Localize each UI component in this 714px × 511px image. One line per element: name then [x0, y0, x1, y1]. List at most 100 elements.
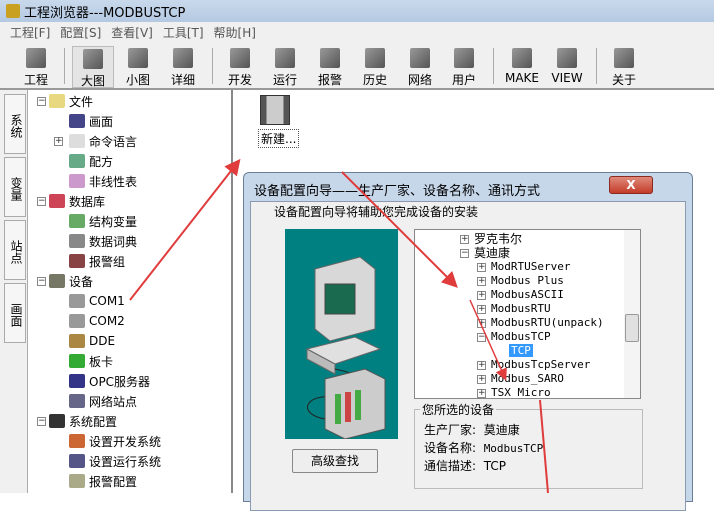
expand-toggle[interactable]: −: [37, 97, 46, 106]
new-device-icon[interactable]: [260, 95, 290, 125]
device-tree-item[interactable]: Modbus Plus: [491, 274, 564, 288]
tree-item[interactable]: 系统配置: [49, 412, 117, 430]
tree-item-label: 命令语言: [89, 134, 138, 149]
toolbar-button[interactable]: 网络: [399, 46, 441, 88]
menu-item[interactable]: 查看[V]: [111, 24, 153, 41]
tree-item-icon: [69, 134, 85, 148]
expand-toggle[interactable]: +: [477, 305, 486, 314]
scrollbar-thumb[interactable]: [625, 314, 639, 342]
project-tree[interactable]: − 文件 画面 + 命令语言 配方 非线性表 − 数据库 结构变量 数据词典 报警组 − 设备 COM1 CO…: [29, 90, 233, 493]
toolbar-button[interactable]: 大图: [72, 46, 114, 88]
tree-item-label: 数据库: [69, 194, 106, 209]
device-tree-item[interactable]: TCP: [509, 344, 533, 358]
dialog-title: 设备配置向导——生产厂家、设备名称、通讯方式: [254, 184, 541, 199]
device-tree-item[interactable]: TSX Micro: [491, 386, 551, 400]
tree-item-label: 设置运行系统: [89, 454, 162, 469]
toolbar-separator: [493, 48, 494, 84]
toolbar-button[interactable]: VIEW: [546, 46, 588, 88]
device-tree-item[interactable]: ModbusASCII: [491, 288, 564, 302]
advanced-search-button[interactable]: 高级查找: [292, 449, 378, 473]
toolbar-button[interactable]: 小图: [117, 46, 159, 88]
manufacturer-label: 生产厂家:: [424, 423, 477, 437]
expand-toggle[interactable]: −: [37, 417, 46, 426]
expand-toggle[interactable]: −: [460, 249, 469, 258]
device-tree-item[interactable]: ModRTUServer: [491, 260, 570, 274]
vertical-tab[interactable]: 变量: [4, 157, 26, 217]
tree-item[interactable]: 文件: [49, 92, 93, 110]
menu-item[interactable]: 配置[S]: [60, 24, 101, 41]
vertical-tab[interactable]: 系统: [4, 94, 26, 154]
expand-toggle[interactable]: −: [37, 197, 46, 206]
expand-toggle[interactable]: +: [477, 361, 486, 370]
tree-item[interactable]: 网络站点: [69, 392, 137, 410]
toolbar-button[interactable]: 详细: [162, 46, 204, 88]
device-tree-item[interactable]: 罗克韦尔: [474, 232, 522, 246]
scrollbar[interactable]: [624, 230, 640, 398]
expand-toggle[interactable]: +: [477, 291, 486, 300]
tree-item-icon: [69, 334, 85, 348]
tree-item-label: 设置开发系统: [89, 434, 162, 449]
expand-toggle[interactable]: +: [477, 389, 486, 398]
tree-item[interactable]: 配方: [69, 152, 113, 170]
menu-item[interactable]: 工程[F]: [10, 24, 50, 41]
expand-toggle[interactable]: +: [477, 277, 486, 286]
toolbar-label: 小图: [125, 73, 150, 87]
expand-toggle[interactable]: +: [477, 375, 486, 384]
tree-item-label: 报警配置: [89, 474, 138, 489]
toolbar-button[interactable]: 用户: [443, 46, 485, 88]
toolbar-button[interactable]: 关于: [603, 46, 645, 88]
comm-row: 通信描述: TCP: [424, 457, 506, 474]
expand-toggle[interactable]: −: [37, 277, 46, 286]
expand-toggle[interactable]: +: [460, 235, 469, 244]
expand-toggle[interactable]: +: [477, 263, 486, 272]
toolbar-button[interactable]: 工程: [15, 46, 57, 88]
device-tree-item[interactable]: ModbusRTU(unpack): [491, 316, 604, 330]
expand-toggle[interactable]: +: [54, 137, 63, 146]
tree-item[interactable]: 报警组: [69, 252, 125, 270]
device-tree-item[interactable]: ModbusRTU: [491, 302, 551, 316]
new-device-label[interactable]: 新建...: [258, 129, 300, 148]
tree-item[interactable]: 设置运行系统: [69, 452, 161, 470]
toolbar-label: 关于: [611, 73, 636, 87]
tree-item[interactable]: 非线性表: [69, 172, 137, 190]
toolbar-button[interactable]: MAKE: [501, 46, 543, 88]
tree-item[interactable]: 数据库: [49, 192, 105, 210]
expand-toggle[interactable]: +: [477, 319, 486, 328]
tree-item-icon: [69, 114, 85, 128]
toolbar-button[interactable]: 历史: [354, 46, 396, 88]
close-button[interactable]: X: [609, 176, 653, 194]
toolbar-button[interactable]: 开发: [219, 46, 261, 88]
device-tree-item[interactable]: Modbus_SARO: [491, 372, 564, 386]
tree-item[interactable]: DDE: [69, 332, 115, 350]
tree-item[interactable]: COM2: [69, 312, 125, 330]
tree-item-icon: [49, 414, 65, 428]
toolbar-icon: [128, 48, 148, 68]
toolbar-button[interactable]: 报警: [309, 46, 351, 88]
tree-item[interactable]: 板卡: [69, 352, 113, 370]
toolbar-button[interactable]: 运行: [264, 46, 306, 88]
device-tree-item[interactable]: 莫迪康: [474, 246, 510, 260]
toolbar-label: 详细: [170, 73, 195, 87]
device-tree-item[interactable]: ModbusTcpServer: [491, 358, 590, 372]
comm-label: 通信描述:: [424, 459, 477, 473]
vertical-tab[interactable]: 画面: [4, 283, 26, 343]
toolbar-label: VIEW: [551, 71, 583, 85]
menu-item[interactable]: 帮助[H]: [214, 24, 256, 41]
tree-item[interactable]: 结构变量: [69, 212, 137, 230]
tree-item[interactable]: 设备: [49, 272, 93, 290]
tree-item[interactable]: 画面: [69, 112, 113, 130]
tree-item[interactable]: 设置开发系统: [69, 432, 161, 450]
tree-item[interactable]: 命令语言: [69, 132, 137, 150]
tree-item[interactable]: 报警配置: [69, 472, 137, 490]
tree-item[interactable]: 数据词典: [69, 232, 137, 250]
tree-item[interactable]: OPC服务器: [69, 372, 150, 390]
menu-item[interactable]: 工具[T]: [163, 24, 204, 41]
tree-item-icon: [69, 454, 85, 468]
device-tree-item[interactable]: ModbusTCP: [491, 330, 551, 344]
expand-toggle[interactable]: −: [477, 333, 486, 342]
device-tree[interactable]: + 罗克韦尔 − 莫迪康 + ModRTUServer + Modbus Plus + Modbu…: [414, 229, 641, 399]
device-tree-label: Modbus Plus: [491, 274, 564, 287]
tree-item[interactable]: COM1: [69, 292, 125, 310]
toolbar-icon: [320, 48, 340, 68]
vertical-tab[interactable]: 站点: [4, 220, 26, 280]
